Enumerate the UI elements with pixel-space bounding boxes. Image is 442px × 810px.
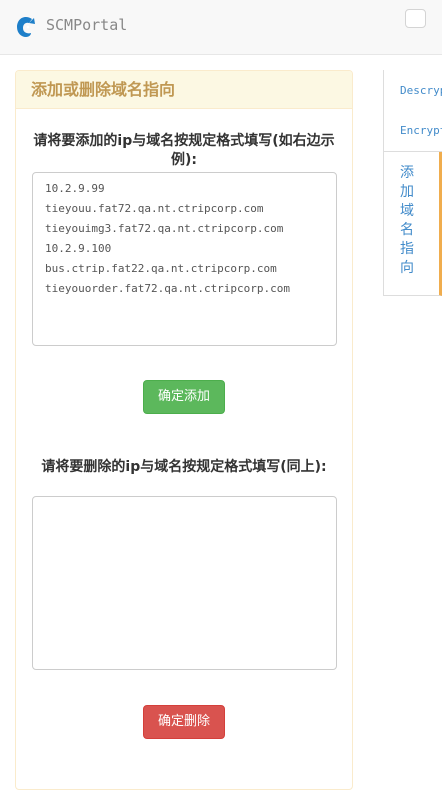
top-navbar: SCMPortal [0,0,442,55]
textarea-line: tieyouu.fat72.qa.nt.ctripcorp.com [45,202,264,215]
confirm-add-button[interactable]: 确定添加 [143,380,225,414]
dolphin-logo-icon[interactable] [15,15,37,39]
tab-encrypt[interactable]: Encrypt [383,110,442,152]
textarea-line: tieyouimg3.fat72.qa.nt.ctripcorp.com [45,222,284,235]
confirm-delete-button[interactable]: 确定删除 [143,705,225,739]
tab-add-domain-label: 添加域名指向 [400,165,414,276]
brand-name[interactable]: SCMPortal [46,15,127,35]
add-field-label: 请将要添加的ip与域名按规定格式填写(如右边示例): [33,133,335,168]
delete-hosts-textarea[interactable] [32,496,337,670]
textarea-line: 10.2.9.99 [45,182,105,195]
panel-title: 添加或删除域名指向 [16,71,352,109]
delete-field-label: 请将要删除的ip与域名按规定格式填写(同上): [41,459,327,475]
textarea-line: tieyouorder.fat72.qa.nt.ctripcorp.com [45,282,291,295]
navbar-toggle-button[interactable] [405,9,426,28]
textarea-line: bus.ctrip.fat22.qa.nt.ctripcorp.com [45,262,277,275]
textarea-line: 10.2.9.100 [45,242,112,255]
domain-panel: 添加或删除域名指向 请将要添加的ip与域名按规定格式填写(如右边示例): 10.… [15,70,353,790]
side-tabs: Descrypt Encrypt 添加域名指向 [383,70,442,296]
add-hosts-textarea[interactable]: 10.2.9.99 tieyouu.fat72.qa.nt.ctripcorp.… [32,172,337,346]
tab-add-domain[interactable]: 添加域名指向 [383,152,442,296]
tab-descrypt[interactable]: Descrypt [383,70,442,110]
